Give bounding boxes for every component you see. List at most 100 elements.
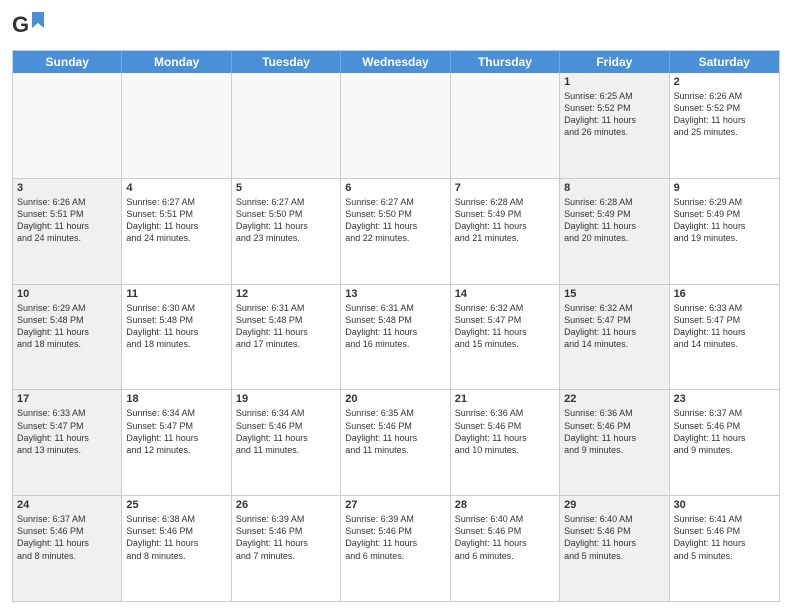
day-cell-1: 1 Sunrise: 6:25 AM Sunset: 5:52 PM Daylig… xyxy=(560,73,669,178)
day-cell-8: 8 Sunrise: 6:28 AM Sunset: 5:49 PM Daylig… xyxy=(560,179,669,284)
day-cell-17: 17Sunrise: 6:33 AM Sunset: 5:47 PM Dayli… xyxy=(13,390,122,495)
day-number: 29 xyxy=(564,499,664,511)
day-number: 7 xyxy=(455,182,555,194)
day-info: Sunrise: 6:31 AM Sunset: 5:48 PM Dayligh… xyxy=(345,302,445,351)
day-number: 17 xyxy=(17,393,117,405)
logo: G xyxy=(12,10,48,44)
day-number: 26 xyxy=(236,499,336,511)
day-cell-18: 18 Sunrise: 6:34 AM Sunset: 5:47 PM Dayli… xyxy=(122,390,231,495)
day-number: 13 xyxy=(345,288,445,300)
day-number: 5 xyxy=(236,182,336,194)
day-info: Sunrise: 6:29 AM Sunset: 5:48 PM Dayligh… xyxy=(17,302,117,351)
calendar: SundayMondayTuesdayWednesdayThursdayFrid… xyxy=(12,50,780,602)
day-info: Sunrise: 6:36 AM Sunset: 5:46 PM Dayligh… xyxy=(564,407,664,456)
day-info: Sunrise: 6:25 AM Sunset: 5:52 PM Dayligh… xyxy=(564,90,664,139)
day-number: 11 xyxy=(126,288,226,300)
day-cell-11: 11 Sunrise: 6:30 AM Sunset: 5:48 PM Dayli… xyxy=(122,285,231,390)
weekday-header-sunday: Sunday xyxy=(13,51,122,73)
day-info: Sunrise: 6:28 AM Sunset: 5:49 PM Dayligh… xyxy=(564,196,664,245)
day-number: 16 xyxy=(674,288,775,300)
day-number: 22 xyxy=(564,393,664,405)
calendar-row-3: 17Sunrise: 6:33 AM Sunset: 5:47 PM Dayli… xyxy=(13,389,779,495)
day-cell-2: 2Sunrise: 6:26 AM Sunset: 5:52 PM Daylig… xyxy=(670,73,779,178)
header: G xyxy=(12,10,780,44)
weekday-header-wednesday: Wednesday xyxy=(341,51,450,73)
day-cell-14: 14Sunrise: 6:32 AM Sunset: 5:47 PM Dayli… xyxy=(451,285,560,390)
day-cell-10: 10 Sunrise: 6:29 AM Sunset: 5:48 PM Dayli… xyxy=(13,285,122,390)
day-number: 15 xyxy=(564,288,664,300)
day-info: Sunrise: 6:39 AM Sunset: 5:46 PM Dayligh… xyxy=(345,513,445,562)
day-info: Sunrise: 6:32 AM Sunset: 5:47 PM Dayligh… xyxy=(564,302,664,351)
day-cell-29: 29 Sunrise: 6:40 AM Sunset: 5:46 PM Dayli… xyxy=(560,496,669,601)
empty-cell-0-4 xyxy=(451,73,560,178)
day-number: 30 xyxy=(674,499,775,511)
weekday-header-friday: Friday xyxy=(560,51,669,73)
calendar-header: SundayMondayTuesdayWednesdayThursdayFrid… xyxy=(13,51,779,73)
calendar-body: 1 Sunrise: 6:25 AM Sunset: 5:52 PM Daylig… xyxy=(13,73,779,601)
day-number: 12 xyxy=(236,288,336,300)
day-info: Sunrise: 6:29 AM Sunset: 5:49 PM Dayligh… xyxy=(674,196,775,245)
day-cell-30: 30 Sunrise: 6:41 AM Sunset: 5:46 PM Dayli… xyxy=(670,496,779,601)
day-number: 9 xyxy=(674,182,775,194)
day-number: 23 xyxy=(674,393,775,405)
day-number: 18 xyxy=(126,393,226,405)
day-cell-22: 22 Sunrise: 6:36 AM Sunset: 5:46 PM Dayli… xyxy=(560,390,669,495)
day-number: 8 xyxy=(564,182,664,194)
empty-cell-0-3 xyxy=(341,73,450,178)
day-info: Sunrise: 6:30 AM Sunset: 5:48 PM Dayligh… xyxy=(126,302,226,351)
logo-icon: G xyxy=(12,10,46,44)
day-info: Sunrise: 6:39 AM Sunset: 5:46 PM Dayligh… xyxy=(236,513,336,562)
empty-cell-0-0 xyxy=(13,73,122,178)
weekday-header-tuesday: Tuesday xyxy=(232,51,341,73)
day-info: Sunrise: 6:27 AM Sunset: 5:50 PM Dayligh… xyxy=(236,196,336,245)
day-number: 3 xyxy=(17,182,117,194)
day-number: 27 xyxy=(345,499,445,511)
day-info: Sunrise: 6:32 AM Sunset: 5:47 PM Dayligh… xyxy=(455,302,555,351)
day-info: Sunrise: 6:38 AM Sunset: 5:46 PM Dayligh… xyxy=(126,513,226,562)
day-number: 24 xyxy=(17,499,117,511)
day-cell-6: 6Sunrise: 6:27 AM Sunset: 5:50 PM Daylig… xyxy=(341,179,450,284)
day-cell-20: 20Sunrise: 6:35 AM Sunset: 5:46 PM Dayli… xyxy=(341,390,450,495)
weekday-header-saturday: Saturday xyxy=(670,51,779,73)
day-info: Sunrise: 6:26 AM Sunset: 5:51 PM Dayligh… xyxy=(17,196,117,245)
day-info: Sunrise: 6:31 AM Sunset: 5:48 PM Dayligh… xyxy=(236,302,336,351)
day-info: Sunrise: 6:28 AM Sunset: 5:49 PM Dayligh… xyxy=(455,196,555,245)
day-number: 10 xyxy=(17,288,117,300)
day-cell-12: 12 Sunrise: 6:31 AM Sunset: 5:48 PM Dayli… xyxy=(232,285,341,390)
day-cell-28: 28 Sunrise: 6:40 AM Sunset: 5:46 PM Dayli… xyxy=(451,496,560,601)
day-cell-4: 4 Sunrise: 6:27 AM Sunset: 5:51 PM Daylig… xyxy=(122,179,231,284)
day-info: Sunrise: 6:36 AM Sunset: 5:46 PM Dayligh… xyxy=(455,407,555,456)
calendar-row-4: 24Sunrise: 6:37 AM Sunset: 5:46 PM Dayli… xyxy=(13,495,779,601)
svg-text:G: G xyxy=(12,12,29,37)
day-cell-21: 21 Sunrise: 6:36 AM Sunset: 5:46 PM Dayli… xyxy=(451,390,560,495)
page: G SundayMondayTuesdayWednesdayThursdayFr… xyxy=(0,0,792,612)
weekday-header-monday: Monday xyxy=(122,51,231,73)
day-cell-27: 27 Sunrise: 6:39 AM Sunset: 5:46 PM Dayli… xyxy=(341,496,450,601)
day-info: Sunrise: 6:40 AM Sunset: 5:46 PM Dayligh… xyxy=(564,513,664,562)
day-info: Sunrise: 6:27 AM Sunset: 5:50 PM Dayligh… xyxy=(345,196,445,245)
day-cell-3: 3 Sunrise: 6:26 AM Sunset: 5:51 PM Daylig… xyxy=(13,179,122,284)
day-cell-24: 24Sunrise: 6:37 AM Sunset: 5:46 PM Dayli… xyxy=(13,496,122,601)
day-info: Sunrise: 6:40 AM Sunset: 5:46 PM Dayligh… xyxy=(455,513,555,562)
empty-cell-0-2 xyxy=(232,73,341,178)
day-number: 4 xyxy=(126,182,226,194)
day-number: 19 xyxy=(236,393,336,405)
day-number: 28 xyxy=(455,499,555,511)
day-cell-23: 23 Sunrise: 6:37 AM Sunset: 5:46 PM Dayli… xyxy=(670,390,779,495)
calendar-row-0: 1 Sunrise: 6:25 AM Sunset: 5:52 PM Daylig… xyxy=(13,73,779,178)
day-number: 1 xyxy=(564,76,664,88)
day-cell-15: 15 Sunrise: 6:32 AM Sunset: 5:47 PM Dayli… xyxy=(560,285,669,390)
day-number: 21 xyxy=(455,393,555,405)
day-cell-16: 16 Sunrise: 6:33 AM Sunset: 5:47 PM Dayli… xyxy=(670,285,779,390)
day-cell-25: 25 Sunrise: 6:38 AM Sunset: 5:46 PM Dayli… xyxy=(122,496,231,601)
day-info: Sunrise: 6:37 AM Sunset: 5:46 PM Dayligh… xyxy=(674,407,775,456)
day-info: Sunrise: 6:34 AM Sunset: 5:46 PM Dayligh… xyxy=(236,407,336,456)
day-info: Sunrise: 6:34 AM Sunset: 5:47 PM Dayligh… xyxy=(126,407,226,456)
day-info: Sunrise: 6:41 AM Sunset: 5:46 PM Dayligh… xyxy=(674,513,775,562)
day-info: Sunrise: 6:35 AM Sunset: 5:46 PM Dayligh… xyxy=(345,407,445,456)
day-info: Sunrise: 6:27 AM Sunset: 5:51 PM Dayligh… xyxy=(126,196,226,245)
day-cell-7: 7 Sunrise: 6:28 AM Sunset: 5:49 PM Daylig… xyxy=(451,179,560,284)
empty-cell-0-1 xyxy=(122,73,231,178)
day-number: 25 xyxy=(126,499,226,511)
day-info: Sunrise: 6:33 AM Sunset: 5:47 PM Dayligh… xyxy=(674,302,775,351)
